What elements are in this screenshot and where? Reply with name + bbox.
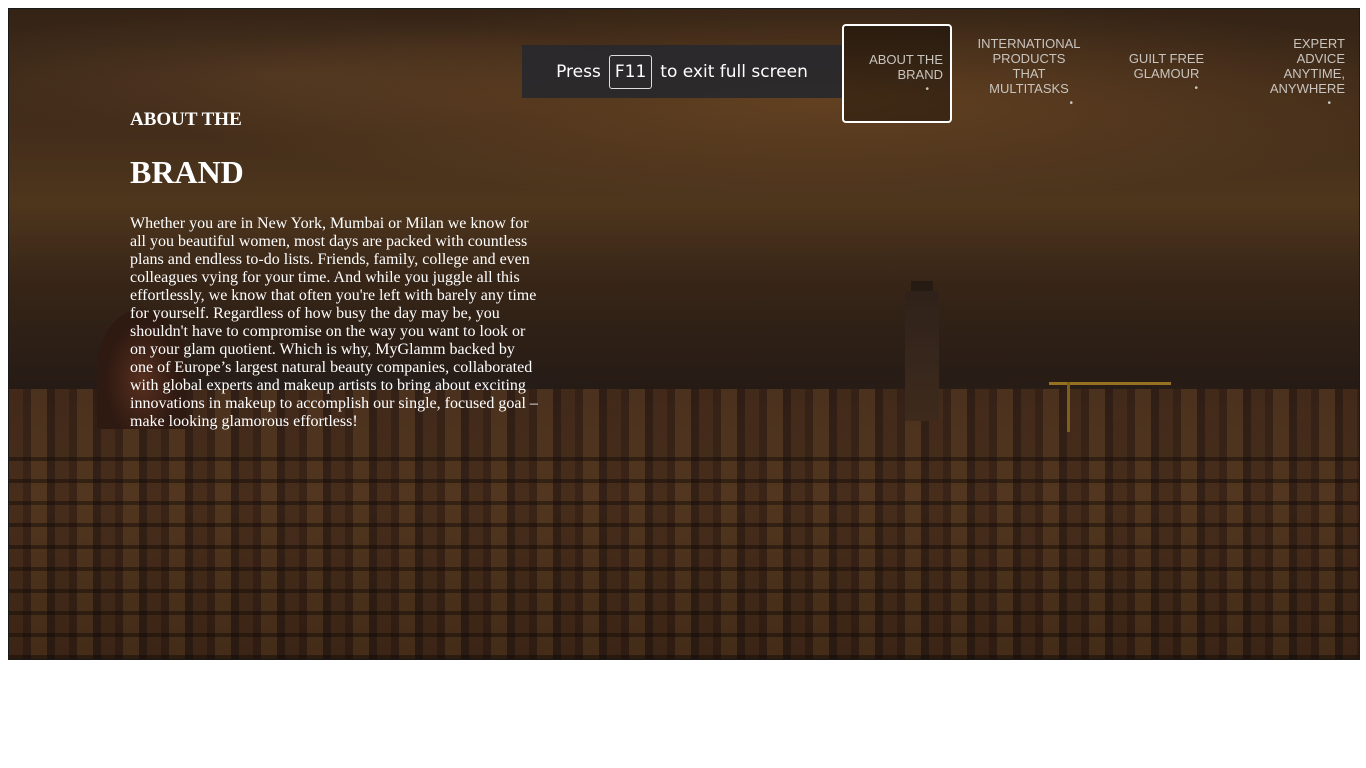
nav-item-label: EXPERT ADVICE ANYTIME, ANYWHERE — [1269, 36, 1345, 96]
nav-item-expert-advice[interactable]: EXPERT ADVICE ANYTIME, ANYWHERE • — [1259, 36, 1345, 111]
nav-bullet: • — [925, 84, 929, 95]
nav-bullet: • — [1327, 98, 1331, 109]
nav-item-about-the-brand[interactable]: ABOUT THE BRAND • — [842, 24, 952, 123]
about-section: ABOUT THE BRAND Whether you are in New Y… — [130, 109, 540, 431]
fullscreen-exit-banner: Press F11 to exit full screen — [522, 45, 842, 98]
nav-bullet: • — [1194, 83, 1198, 94]
nav-item-label: INTERNATIONAL PRODUCTS THAT MULTITASKS — [977, 36, 1081, 96]
about-body: Whether you are in New York, Mumbai or M… — [130, 215, 538, 430]
nav-item-guilt-free-glamour[interactable]: GUILT FREE GLAMOUR • — [1121, 51, 1212, 96]
about-eyebrow: ABOUT THE — [130, 109, 242, 130]
about-heading: BRAND — [130, 154, 244, 190]
nav-item-international-products[interactable]: INTERNATIONAL PRODUCTS THAT MULTITASKS • — [971, 36, 1087, 111]
nav-item-label: ABOUT THE BRAND — [869, 52, 943, 82]
fullscreen-press-text: Press — [556, 61, 601, 82]
nav-item-label: GUILT FREE GLAMOUR — [1128, 51, 1205, 81]
nav-bullet: • — [1069, 98, 1073, 109]
hero-background: ABOUT THE BRAND Whether you are in New Y… — [8, 8, 1360, 660]
f11-key: F11 — [608, 54, 653, 89]
fullscreen-exit-text: to exit full screen — [660, 61, 808, 82]
